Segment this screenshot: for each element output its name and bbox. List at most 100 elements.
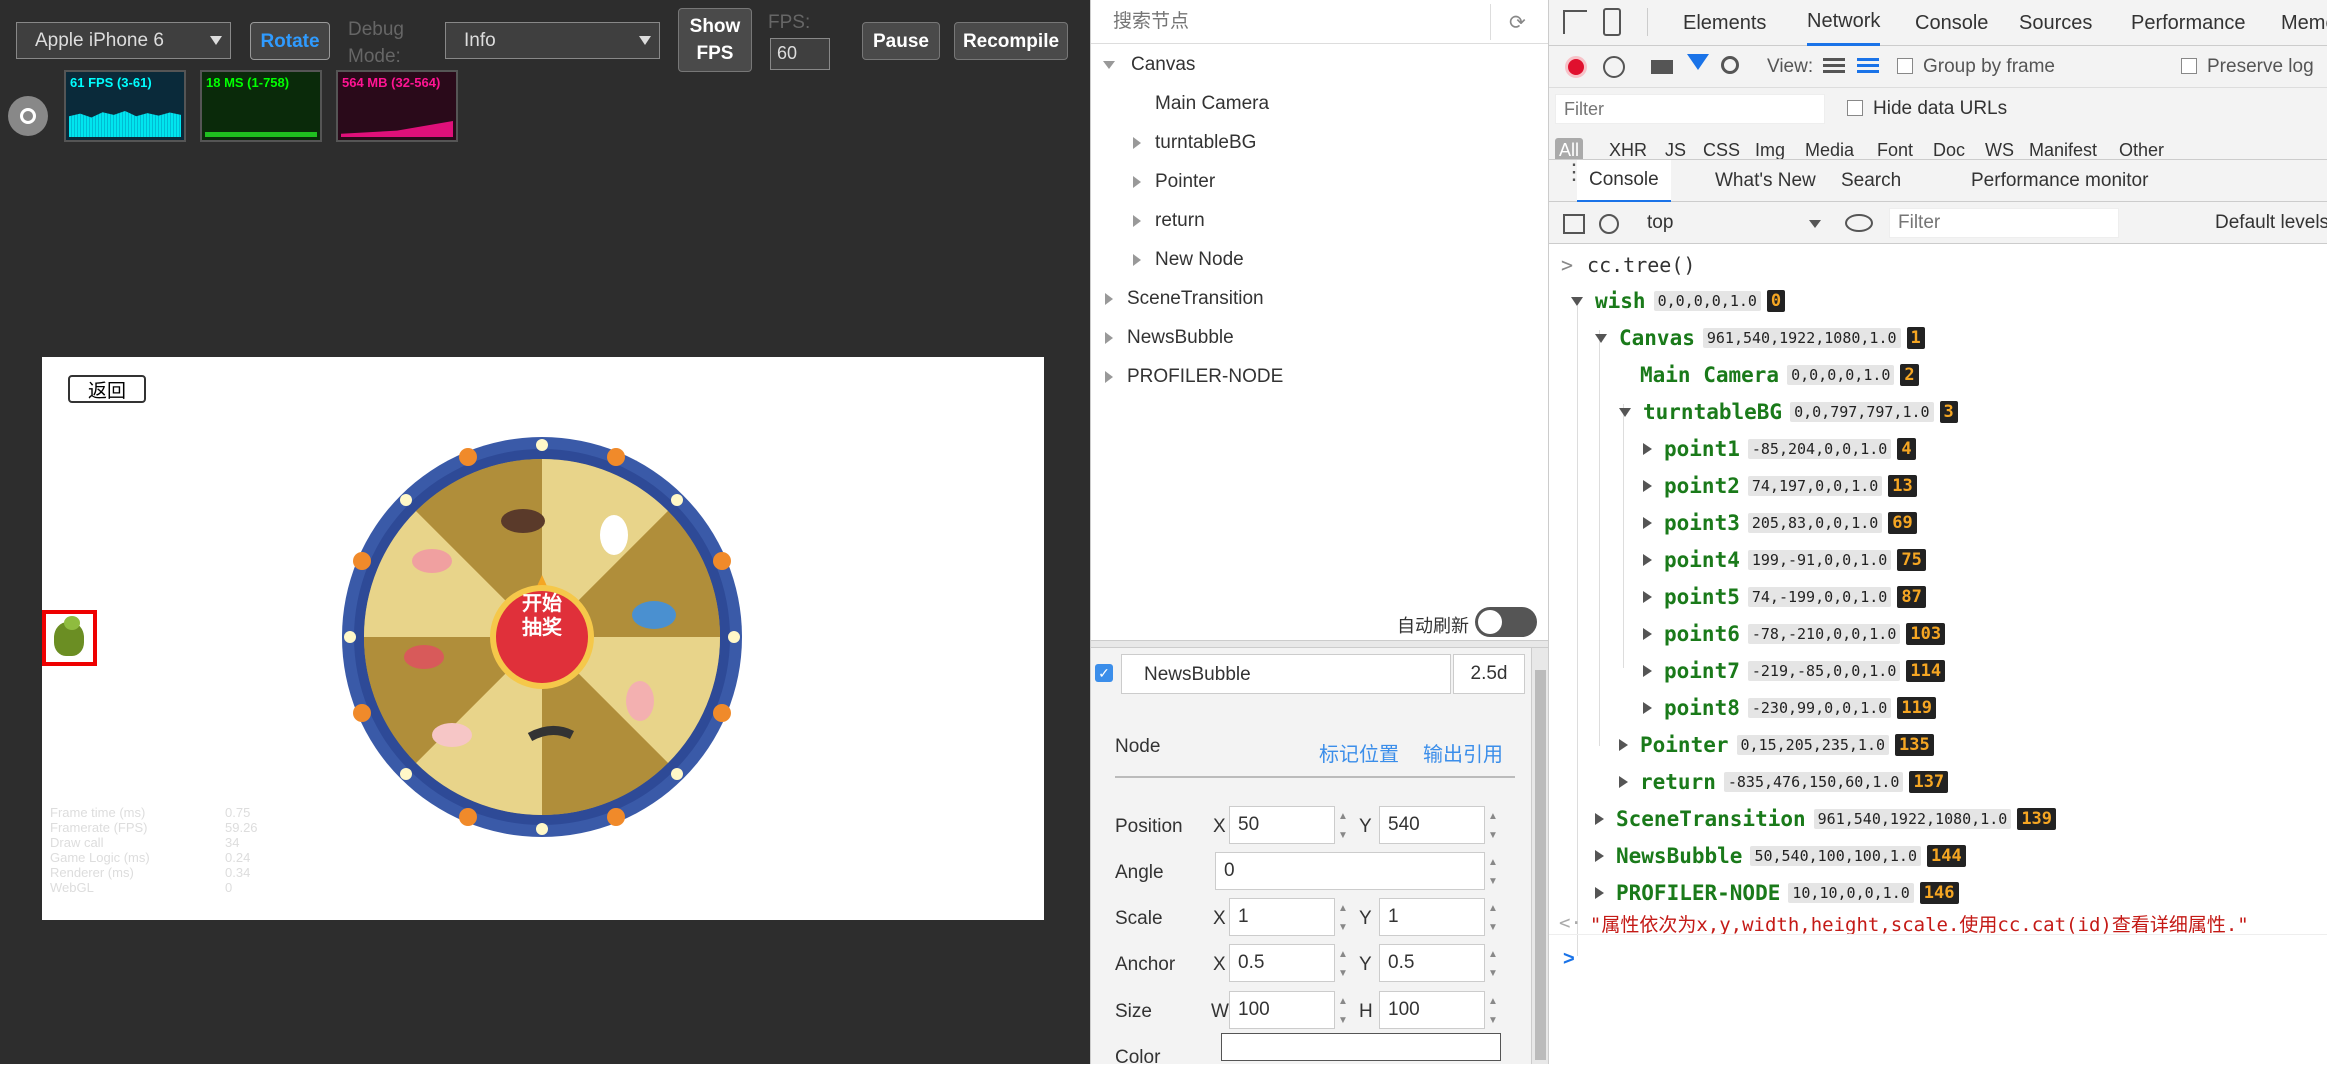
output-ref-link[interactable]: 输出引用 [1423, 738, 1503, 767]
auto-refresh-toggle[interactable] [1475, 607, 1537, 637]
debug-mode-select[interactable]: Info [445, 22, 660, 59]
drawer-tab-console[interactable]: Console [1577, 160, 1671, 202]
camera-icon[interactable] [1651, 60, 1673, 74]
device-select[interactable]: Apple iPhone 6 [16, 22, 231, 59]
caret-right-icon[interactable] [1643, 702, 1652, 714]
stepper-icon[interactable]: ▲ ▼ [1336, 992, 1350, 1030]
recompile-button[interactable]: Recompile [954, 22, 1068, 60]
tree-entry[interactable]: NewsBubble 50,540,100,100,1.0 144 [1595, 839, 1966, 873]
stepper-icon[interactable]: ▲ ▼ [1486, 992, 1500, 1030]
tree-entry[interactable]: SceneTransition 961,540,1922,1080,1.0 139 [1595, 802, 2057, 836]
type-img[interactable]: Img [1755, 140, 1785, 159]
sidebar-toggle-icon[interactable] [1563, 214, 1585, 234]
tree-node-scenetransition[interactable]: SceneTransition [1105, 288, 1264, 310]
inspect-element-icon[interactable] [1563, 10, 1587, 34]
tree-entry[interactable]: Canvas 961,540,1922,1080,1.0 1 [1595, 321, 1925, 355]
node-active-checkbox[interactable]: ✓ [1095, 664, 1113, 682]
start-draw-button[interactable]: 开始 抽奖 [497, 592, 587, 640]
tree-entry[interactable]: Main Camera 0,0,0,0,1.0 2 [1619, 358, 1919, 392]
caret-right-icon[interactable] [1643, 517, 1652, 529]
scale-x-input[interactable]: 1 ▲ ▼ [1229, 898, 1348, 936]
scale-y-input[interactable]: 1 ▲ ▼ [1379, 898, 1498, 936]
color-swatch[interactable] [1221, 1033, 1501, 1061]
splitter-handle[interactable] [1091, 640, 1549, 648]
tree-entry[interactable]: point2 74,197,0,0,1.0 13 [1643, 469, 1917, 503]
type-css[interactable]: CSS [1703, 140, 1740, 159]
back-button[interactable]: 返回 [68, 375, 146, 403]
stepper-icon[interactable]: ▲ ▼ [1336, 899, 1350, 937]
type-other[interactable]: Other [2119, 140, 2164, 159]
type-all[interactable]: All [1555, 138, 1584, 159]
caret-right-icon[interactable] [1643, 443, 1652, 455]
caret-right-icon[interactable] [1643, 665, 1652, 677]
tree-entry[interactable]: point4 199,-91,0,0,1.0 75 [1643, 543, 1926, 577]
tree-entry[interactable]: point3 205,83,0,0,1.0 69 [1643, 506, 1917, 540]
inspector-scrollbar[interactable] [1531, 648, 1549, 1064]
refresh-icon[interactable]: ⟳ [1509, 10, 1531, 34]
device-toolbar-icon[interactable] [1603, 8, 1621, 36]
caret-right-icon[interactable] [1595, 813, 1604, 825]
drawer-tab-whats-new[interactable]: What's New [1715, 170, 1816, 192]
caret-down-icon[interactable] [1571, 296, 1583, 306]
news-bubble[interactable] [42, 610, 97, 666]
stepper-icon[interactable]: ▲ ▼ [1486, 807, 1500, 845]
tree-node-newsbubble[interactable]: NewsBubble [1105, 327, 1234, 349]
stepper-icon[interactable]: ▲ ▼ [1486, 899, 1500, 937]
network-filter-input[interactable] [1555, 94, 1825, 124]
type-js[interactable]: JS [1665, 140, 1686, 159]
record-toggle-icon[interactable] [8, 96, 48, 136]
tree-entry[interactable]: point8 -230,99,0,0,1.0 119 [1643, 691, 1937, 725]
tree-node-return[interactable]: return [1133, 210, 1205, 232]
position-y-input[interactable]: 540 ▲ ▼ [1379, 806, 1498, 844]
stepper-icon[interactable]: ▲ ▼ [1336, 807, 1350, 845]
tree-entry[interactable]: PROFILER-NODE 10,10,0,0,1.0 146 [1595, 876, 1959, 910]
tab-sources[interactable]: Sources [2019, 0, 2092, 46]
caret-right-icon[interactable] [1595, 850, 1604, 862]
filter-icon[interactable] [1687, 54, 1709, 70]
caret-right-icon[interactable] [1643, 591, 1652, 603]
size-w-input[interactable]: 100 ▲ ▼ [1229, 991, 1348, 1029]
fps-input[interactable]: 60 [770, 38, 830, 70]
show-fps-button[interactable]: Show FPS [678, 8, 752, 72]
node-name-input[interactable]: NewsBubble [1121, 654, 1451, 694]
stepper-icon[interactable]: ▲ ▼ [1336, 945, 1350, 983]
tab-performance[interactable]: Performance [2131, 0, 2246, 46]
caret-right-icon[interactable] [1643, 480, 1652, 492]
eye-icon[interactable] [1845, 214, 1873, 232]
size-h-input[interactable]: 100 ▲ ▼ [1379, 991, 1498, 1029]
node-search-input[interactable] [1099, 4, 1491, 40]
caret-down-icon[interactable] [1595, 333, 1607, 343]
default-levels-select[interactable]: Default levels [2215, 212, 2327, 234]
record-icon[interactable] [1565, 56, 1587, 78]
tab-memory[interactable]: Memo [2281, 0, 2327, 46]
hide-data-urls-checkbox[interactable] [1847, 100, 1863, 116]
type-doc[interactable]: Doc [1933, 140, 1965, 159]
tree-node-pointer[interactable]: Pointer [1133, 171, 1215, 193]
game-view[interactable]: 返回 开始 抽奖 Frame time (ms) Framerate (FPS)… [42, 357, 1044, 920]
caret-right-icon[interactable] [1619, 776, 1628, 788]
anchor-y-input[interactable]: 0.5 ▲ ▼ [1379, 944, 1498, 982]
tab-network[interactable]: Network [1807, 0, 1881, 46]
search-icon[interactable] [1721, 56, 1739, 74]
rotate-button[interactable]: Rotate [250, 22, 330, 60]
anchor-x-input[interactable]: 0.5 ▲ ▼ [1229, 944, 1348, 982]
list-view-icon[interactable] [1823, 58, 1845, 76]
caret-down-icon[interactable] [1619, 407, 1631, 417]
tree-node-turntablebg[interactable]: turntableBG [1133, 132, 1256, 154]
tree-entry[interactable]: point1 -85,204,0,0,1.0 4 [1643, 432, 1916, 466]
preserve-log-checkbox[interactable] [2181, 58, 2197, 74]
type-media[interactable]: Media [1805, 140, 1854, 159]
tree-node-profiler-node[interactable]: PROFILER-NODE [1105, 366, 1283, 388]
tab-console[interactable]: Console [1915, 0, 1988, 46]
console-filter-input[interactable] [1889, 208, 2119, 238]
position-x-input[interactable]: 50 ▲ ▼ [1229, 806, 1348, 844]
stepper-icon[interactable]: ▲ ▼ [1486, 853, 1500, 891]
type-ws[interactable]: WS [1985, 140, 2014, 159]
type-xhr[interactable]: XHR [1609, 140, 1647, 159]
tree-node-canvas[interactable]: Canvas [1103, 54, 1195, 76]
caret-right-icon[interactable] [1619, 739, 1628, 751]
stepper-icon[interactable]: ▲ ▼ [1486, 945, 1500, 983]
tree-entry[interactable]: return -835,476,150,60,1.0 137 [1619, 765, 1949, 799]
angle-input[interactable]: 0 ▲ ▼ [1215, 852, 1498, 890]
caret-right-icon[interactable] [1643, 554, 1652, 566]
